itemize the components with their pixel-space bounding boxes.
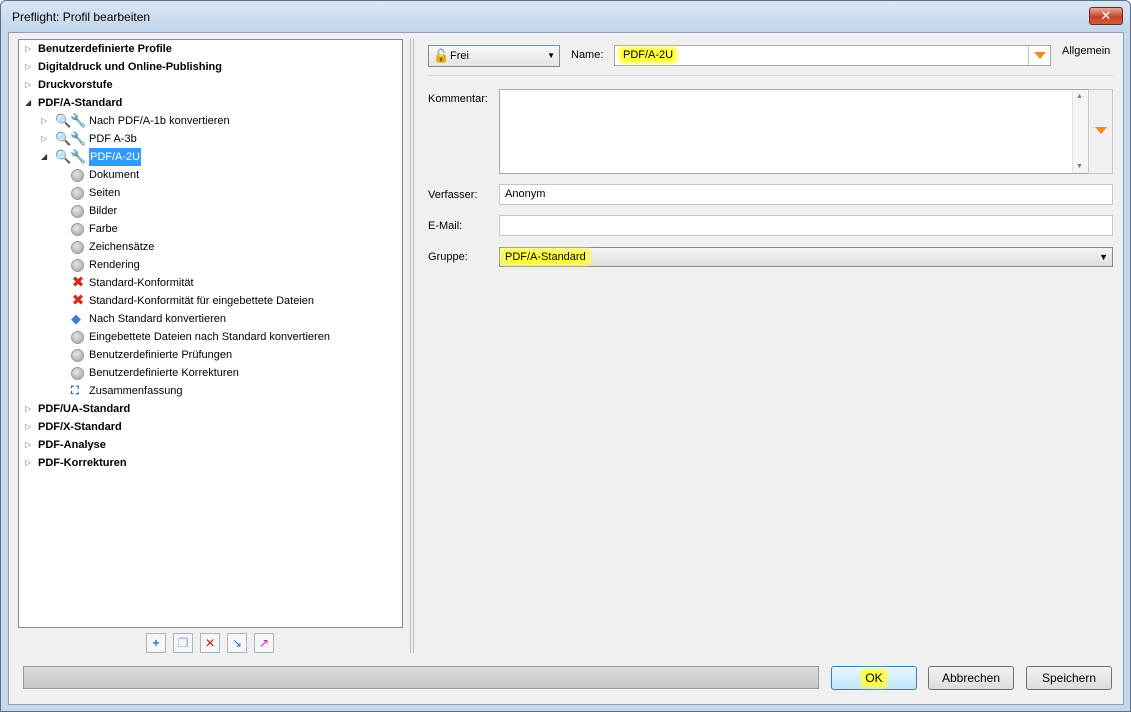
name-label: Name: xyxy=(571,49,604,61)
expand-arrow-icon[interactable]: ▷ xyxy=(25,76,33,94)
gray-circle-icon xyxy=(71,349,84,362)
title-bar[interactable]: Preflight: Profil bearbeiten ✕ xyxy=(1,1,1130,33)
ok-button[interactable]: OK xyxy=(831,666,917,690)
export-icon[interactable]: ↗ xyxy=(254,633,274,653)
summary-icon: ⛶ xyxy=(71,385,79,397)
comment-label: Kommentar: xyxy=(428,93,488,105)
magnifier-wrench-icon: 🔍 🔧 xyxy=(55,113,87,128)
tree-section-label: Standard-Konformität für eingebettete Da… xyxy=(89,295,315,307)
tree-section-label: Zusammenfassung xyxy=(89,385,183,397)
tree-group-label: PDF/X-Standard xyxy=(38,421,122,433)
tree-section-label: Nach Standard konvertieren xyxy=(89,313,226,325)
tree-section-label: Dokument xyxy=(89,169,140,181)
tree-section-label: Zeichensätze xyxy=(89,241,155,253)
tree-profile-label: PDF A-3b xyxy=(89,133,137,145)
gray-circle-icon xyxy=(71,187,84,200)
panel-splitter[interactable] xyxy=(410,39,414,653)
duplicate-icon[interactable]: ❐ xyxy=(173,633,193,653)
comment-scrollbar[interactable]: ▲ ▼ xyxy=(1072,90,1088,173)
collapse-arrow-icon[interactable]: ◢ xyxy=(25,94,33,112)
tree-section-label: Benutzerdefinierte Korrekturen xyxy=(89,367,239,379)
separator xyxy=(428,75,1113,76)
dialog-client-area: ▷ Benutzerdefinierte Profile ▷ Digitaldr… xyxy=(8,32,1124,705)
collapse-arrow-icon[interactable]: ◢ xyxy=(41,148,49,166)
dialog-window: Preflight: Profil bearbeiten ✕ ▷ Benutze… xyxy=(0,0,1131,712)
tree-group-label: PDF-Analyse xyxy=(38,439,106,451)
name-input[interactable]: PDF/A-2U xyxy=(614,45,1051,66)
dropdown-arrow-icon: ▼ xyxy=(547,51,555,60)
orange-arrow-icon xyxy=(1095,127,1107,134)
author-label: Verfasser: xyxy=(428,189,478,201)
author-value: Anonym xyxy=(505,188,546,200)
red-x-icon: ✖ xyxy=(71,274,85,291)
magnifier-wrench-icon: 🔍 🔧 xyxy=(55,149,87,164)
tree-group-label: PDF/A-Standard xyxy=(38,97,123,109)
name-value: PDF/A-2U xyxy=(621,49,676,61)
tree-section-label: Eingebettete Dateien nach Standard konve… xyxy=(89,331,330,343)
expand-arrow-icon[interactable]: ▷ xyxy=(25,436,33,454)
section-title: Allgemein xyxy=(1062,45,1111,57)
save-button[interactable]: Speichern xyxy=(1026,666,1112,690)
tree-profile-label-selected: PDF/A-2U xyxy=(89,148,142,166)
dropdown-arrow-icon: ▼ xyxy=(1099,252,1108,262)
window-title: Preflight: Profil bearbeiten xyxy=(12,10,151,24)
gray-circle-icon xyxy=(71,223,84,236)
expand-arrow-icon[interactable]: ▷ xyxy=(25,40,33,58)
magnifier-wrench-icon: 🔍 🔧 xyxy=(55,131,87,146)
lock-state-label: Frei xyxy=(450,50,469,62)
gray-circle-icon xyxy=(71,241,84,254)
tree-group-label: PDF/UA-Standard xyxy=(38,403,131,415)
tree-section-label: Benutzerdefinierte Prüfungen xyxy=(89,349,233,361)
red-x-icon: ✖ xyxy=(71,292,85,309)
unlock-icon: 🔓 xyxy=(433,48,450,63)
tree-group-label: Benutzerdefinierte Profile xyxy=(38,43,172,55)
group-value: PDF/A-Standard xyxy=(503,251,588,263)
tree-group-label: Druckvorstufe xyxy=(38,79,113,91)
import-icon[interactable]: ↘ xyxy=(227,633,247,653)
expand-arrow-icon[interactable]: ▷ xyxy=(25,454,33,472)
email-label: E-Mail: xyxy=(428,220,463,232)
scroll-down-icon[interactable]: ▼ xyxy=(1076,163,1083,170)
tree-section-label: Standard-Konformität xyxy=(89,277,194,289)
name-options-button[interactable] xyxy=(1028,46,1050,65)
email-input[interactable] xyxy=(499,215,1113,236)
lock-dropdown[interactable]: 🔓 Frei ▼ xyxy=(428,45,560,67)
group-select[interactable]: PDF/A-Standard ▼ xyxy=(499,247,1113,267)
close-button[interactable]: ✕ xyxy=(1089,7,1123,25)
author-input[interactable]: Anonym xyxy=(499,184,1113,205)
expand-arrow-icon[interactable]: ▷ xyxy=(41,112,49,130)
tree-section-label: Farbe xyxy=(89,223,118,235)
tree-group-label: Digitaldruck und Online-Publishing xyxy=(38,61,222,73)
delete-icon[interactable]: ✕ xyxy=(200,633,220,653)
new-profile-icon[interactable]: + xyxy=(146,633,166,653)
ok-label: OK xyxy=(863,671,885,685)
convert-diamond-icon: ◆ xyxy=(71,311,81,326)
tree-profile-label: Nach PDF/A-1b konvertieren xyxy=(89,115,230,127)
expand-arrow-icon[interactable]: ▷ xyxy=(25,58,33,76)
tree-section-label: Rendering xyxy=(89,259,140,271)
comment-options-button[interactable] xyxy=(1088,89,1113,174)
gray-circle-icon xyxy=(71,169,84,182)
profile-tree[interactable]: ▷ Benutzerdefinierte Profile ▷ Digitaldr… xyxy=(18,39,403,628)
gray-circle-icon xyxy=(71,331,84,344)
gray-circle-icon xyxy=(71,205,84,218)
tree-group-label: PDF-Korrekturen xyxy=(38,457,127,469)
comment-textarea[interactable]: ▲ ▼ xyxy=(499,89,1089,174)
tree-section-label: Bilder xyxy=(89,205,118,217)
gray-circle-icon xyxy=(71,367,84,380)
progress-bar xyxy=(23,666,819,689)
group-label: Gruppe: xyxy=(428,251,468,263)
expand-arrow-icon[interactable]: ▷ xyxy=(25,418,33,436)
orange-arrow-icon xyxy=(1034,52,1046,59)
gray-circle-icon xyxy=(71,259,84,272)
cancel-button[interactable]: Abbrechen xyxy=(928,666,1014,690)
expand-arrow-icon[interactable]: ▷ xyxy=(41,130,49,148)
scroll-up-icon[interactable]: ▲ xyxy=(1076,93,1083,100)
tree-section-label: Seiten xyxy=(89,187,121,199)
expand-arrow-icon[interactable]: ▷ xyxy=(25,400,33,418)
